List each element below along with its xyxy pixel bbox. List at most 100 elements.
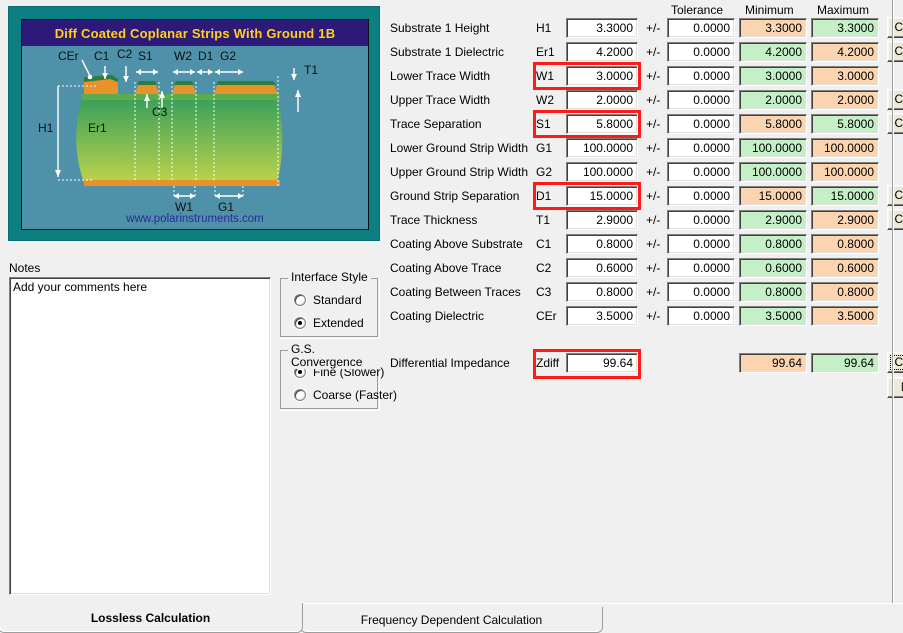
tolerance-input[interactable]: 0.0000: [667, 138, 735, 158]
tolerance-input[interactable]: 0.0000: [667, 210, 735, 230]
parameter-value-input[interactable]: 3.0000: [566, 66, 638, 86]
plus-minus-label: +/-: [646, 45, 660, 59]
plus-minus-label: +/-: [646, 213, 660, 227]
cross-section-diagram-panel: Diff Coated Coplanar Strips With Ground …: [8, 6, 380, 241]
parameter-row: Coating DielectricCEr3.5000+/-0.00003.50…: [388, 306, 903, 328]
result-symbol: Zdiff: [536, 356, 559, 370]
minimum-value: 2.0000: [739, 90, 807, 110]
radio-button-standard[interactable]: [294, 294, 306, 306]
column-header-maximum: Maximum: [817, 3, 869, 17]
calculate-button[interactable]: Calculate: [887, 209, 903, 230]
parameter-value-input[interactable]: 0.8000: [566, 282, 638, 302]
radio-button-coarse[interactable]: [294, 389, 306, 401]
parameter-value-input[interactable]: 3.5000: [566, 306, 638, 326]
column-header-tolerance: Tolerance: [671, 3, 723, 17]
parameter-value-input[interactable]: 4.2000: [566, 42, 638, 62]
radio-interface-extended[interactable]: Extended: [294, 316, 364, 330]
minimum-value: 2.9000: [739, 210, 807, 230]
minimum-value: 0.8000: [739, 282, 807, 302]
parameter-label: Coating Between Traces: [390, 285, 521, 299]
calculate-button[interactable]: Calculate: [887, 113, 903, 134]
radio-interface-standard[interactable]: Standard: [294, 293, 362, 307]
result-label: Differential Impedance: [390, 356, 510, 370]
notes-input[interactable]: Add your comments here: [9, 277, 271, 595]
parameter-value-input[interactable]: 100.0000: [566, 162, 638, 182]
diagram-label-cer: CEr: [58, 49, 79, 63]
tolerance-input[interactable]: 0.0000: [667, 114, 735, 134]
tolerance-input[interactable]: 0.0000: [667, 186, 735, 206]
parameter-value-input[interactable]: 5.8000: [566, 114, 638, 134]
result-row: Differential Impedance Zdiff 99.64 99.64…: [388, 349, 903, 379]
diagram-label-c2: C2: [117, 47, 133, 61]
parameter-label: Trace Thickness: [390, 213, 477, 227]
radio-button-extended[interactable]: [294, 317, 306, 329]
tolerance-input[interactable]: 0.0000: [667, 42, 735, 62]
parameter-label: Coating Above Trace: [390, 261, 501, 275]
radio-label-extended: Extended: [313, 316, 364, 330]
calculate-button[interactable]: Calculate: [887, 185, 903, 206]
calculate-button[interactable]: Calculate: [887, 89, 903, 110]
parameter-symbol: H1: [536, 21, 551, 35]
gs-convergence-group: G.S. Convergence Fine (Slower) Coarse (F…: [280, 343, 380, 411]
maximum-value: 3.5000: [811, 306, 879, 326]
parameter-row: Upper Trace WidthW22.0000+/-0.00002.0000…: [388, 90, 903, 112]
calculate-button[interactable]: Calculate: [887, 41, 903, 62]
diagram-label-w2: W2: [174, 49, 192, 63]
parameter-value-input[interactable]: 0.6000: [566, 258, 638, 278]
tab-frequency-dependent-calculation[interactable]: Frequency Dependent Calculation: [300, 607, 603, 633]
parameter-symbol: W2: [536, 93, 554, 107]
maximum-value: 4.2000: [811, 42, 879, 62]
notes-value: Add your comments here: [10, 278, 270, 296]
radio-label-coarse: Coarse (Faster): [313, 388, 397, 402]
calculate-button[interactable]: Calculate: [887, 17, 903, 38]
parameter-symbol: CEr: [536, 309, 557, 323]
tolerance-input[interactable]: 0.0000: [667, 66, 735, 86]
parameter-label: Coating Above Substrate: [390, 237, 523, 251]
radio-label-standard: Standard: [313, 293, 362, 307]
plus-minus-label: +/-: [646, 261, 660, 275]
gs-convergence-title: G.S. Convergence: [288, 343, 380, 369]
parameter-symbol: C1: [536, 237, 551, 251]
parameter-row: Lower Ground Strip WidthG1100.0000+/-0.0…: [388, 138, 903, 160]
parameter-value-input[interactable]: 2.9000: [566, 210, 638, 230]
maximum-value: 15.0000: [811, 186, 879, 206]
tolerance-input[interactable]: 0.0000: [667, 90, 735, 110]
plus-minus-label: +/-: [646, 237, 660, 251]
tolerance-input[interactable]: 0.0000: [667, 18, 735, 38]
application-window: Diff Coated Coplanar Strips With Ground …: [0, 0, 903, 633]
parameter-row: Substrate 1 HeightH13.3000+/-0.00003.300…: [388, 18, 903, 40]
parameter-value-input[interactable]: 0.8000: [566, 234, 638, 254]
tolerance-input[interactable]: 0.0000: [667, 258, 735, 278]
parameter-symbol: C3: [536, 285, 551, 299]
parameter-row: Upper Ground Strip WidthG2100.0000+/-0.0…: [388, 162, 903, 184]
result-maximum: 99.64: [811, 353, 879, 373]
interface-style-group: Interface Style Standard Extended: [280, 271, 380, 339]
tolerance-input[interactable]: 0.0000: [667, 162, 735, 182]
result-value-input[interactable]: 99.64: [566, 353, 638, 373]
parameter-row: Coating Between TracesC30.8000+/-0.00000…: [388, 282, 903, 304]
minimum-value: 0.8000: [739, 234, 807, 254]
tolerance-input[interactable]: 0.0000: [667, 234, 735, 254]
diagram-label-g2: G2: [220, 49, 236, 63]
calculate-result-button[interactable]: Calculate: [887, 352, 903, 373]
panel-divider-highlight: [893, 0, 894, 604]
radio-convergence-coarse[interactable]: Coarse (Faster): [294, 388, 397, 402]
maximum-value: 5.8000: [811, 114, 879, 134]
parameter-label: Substrate 1 Dielectric: [390, 45, 504, 59]
parameter-value-input[interactable]: 2.0000: [566, 90, 638, 110]
plus-minus-label: +/-: [646, 165, 660, 179]
tolerance-input[interactable]: 0.0000: [667, 282, 735, 302]
parameter-symbol: C2: [536, 261, 551, 275]
maximum-value: 3.3000: [811, 18, 879, 38]
diagram-website-url: www.polarinstruments.com: [22, 213, 368, 225]
parameter-value-input[interactable]: 3.3000: [566, 18, 638, 38]
minimum-value: 3.0000: [739, 66, 807, 86]
parameter-value-input[interactable]: 15.0000: [566, 186, 638, 206]
plus-minus-label: +/-: [646, 189, 660, 203]
tolerance-input[interactable]: 0.0000: [667, 306, 735, 326]
tab-lossless-calculation[interactable]: Lossless Calculation: [0, 603, 303, 633]
more-button[interactable]: More...: [887, 377, 903, 398]
maximum-value: 100.0000: [811, 138, 879, 158]
parameter-row: Ground Strip SeparationD115.0000+/-0.000…: [388, 186, 903, 208]
parameter-value-input[interactable]: 100.0000: [566, 138, 638, 158]
